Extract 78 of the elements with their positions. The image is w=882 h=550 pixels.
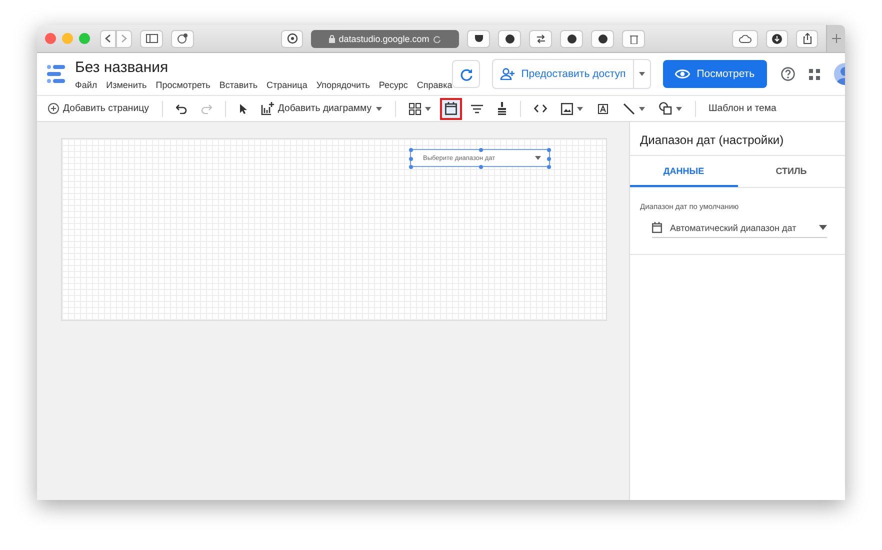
extension-button[interactable] xyxy=(467,30,490,48)
menu-item[interactable]: Страница xyxy=(266,80,308,90)
refresh-button[interactable] xyxy=(452,60,480,88)
refresh-icon xyxy=(460,68,473,80)
apps-grid-icon xyxy=(808,68,820,80)
new-tab-button[interactable] xyxy=(826,25,845,52)
add-page-button[interactable]: Добавить страницу xyxy=(43,98,154,120)
panel-tab[interactable]: ДАННЫЕ xyxy=(630,156,738,187)
back-button[interactable] xyxy=(100,30,116,48)
sidebar-button[interactable] xyxy=(140,30,163,48)
circle-icon xyxy=(504,34,514,44)
code-icon xyxy=(534,104,547,113)
extension-button[interactable] xyxy=(560,30,583,48)
extension-button[interactable] xyxy=(498,30,521,48)
data-control-icon xyxy=(496,102,507,115)
add-chart-icon xyxy=(260,102,274,115)
cloud-icon xyxy=(738,34,752,42)
redo-icon xyxy=(200,104,212,114)
chevron-left-icon xyxy=(105,34,111,43)
text-box-icon xyxy=(596,102,609,114)
undo-icon xyxy=(176,104,187,114)
filter-icon xyxy=(470,104,483,114)
help-icon[interactable] xyxy=(780,67,795,81)
menu-item[interactable]: Просмотреть xyxy=(156,80,210,90)
caret-icon xyxy=(676,106,682,110)
menu-item[interactable]: Изменить xyxy=(106,80,147,90)
plus-icon xyxy=(832,34,840,43)
icloud-button[interactable] xyxy=(732,30,758,48)
eye-icon xyxy=(674,69,690,79)
circle-icon xyxy=(598,34,608,44)
extension-button[interactable] xyxy=(171,30,194,48)
sidebar-icon xyxy=(146,34,158,43)
lock-icon xyxy=(328,34,335,42)
caret-icon xyxy=(638,72,645,76)
report-title[interactable]: Без названия xyxy=(75,58,452,76)
date-range-dropdown[interactable]: Автоматический диапазон дат xyxy=(652,219,827,238)
data-studio-logo-icon xyxy=(47,64,65,84)
caret-icon xyxy=(576,106,583,110)
download-icon xyxy=(772,34,782,44)
controls-grid-icon xyxy=(408,102,421,114)
caret-icon xyxy=(424,106,431,110)
menu-item[interactable]: Вставить xyxy=(219,80,258,90)
menu-item[interactable]: Ресурс xyxy=(378,80,408,90)
extension-button[interactable] xyxy=(591,30,614,48)
image-icon xyxy=(560,102,573,114)
share-icon xyxy=(802,33,812,44)
view-button[interactable]: Посмотреть xyxy=(662,60,767,88)
badge-icon xyxy=(177,33,188,44)
calendar-icon xyxy=(444,102,457,115)
cursor-icon xyxy=(238,104,247,114)
add-person-icon xyxy=(500,68,516,80)
panel-title: Диапазон дат (настройки) xyxy=(630,122,845,156)
downloads-button[interactable] xyxy=(766,30,788,48)
caret-icon xyxy=(535,156,541,160)
extension-button[interactable] xyxy=(529,30,552,48)
date-range-button[interactable] xyxy=(440,98,462,120)
theme-button[interactable]: Шаблон и тема xyxy=(704,98,782,120)
circle-icon xyxy=(566,34,576,44)
calendar-icon xyxy=(652,222,662,233)
line-icon xyxy=(622,102,635,114)
arrows-icon xyxy=(536,34,546,44)
caret-icon xyxy=(376,106,382,110)
caret-icon xyxy=(638,106,645,110)
address-bar[interactable]: datastudio.google.com xyxy=(311,30,459,48)
menu-item[interactable]: Справка xyxy=(416,80,452,90)
menu-item[interactable]: Файл xyxy=(75,80,98,90)
add-chart-button[interactable]: Добавить диаграмму xyxy=(256,98,387,120)
add-circle-icon xyxy=(48,103,59,114)
caret-icon xyxy=(819,225,827,230)
shapes-icon xyxy=(658,102,672,115)
chevron-right-icon xyxy=(121,34,127,43)
panel-tab[interactable]: СТИЛЬ xyxy=(738,156,845,187)
extension-button[interactable] xyxy=(281,30,303,48)
share-button[interactable] xyxy=(796,30,818,48)
extension-button[interactable] xyxy=(622,30,645,48)
menu-item[interactable]: Упорядочить xyxy=(316,80,370,90)
reload-icon xyxy=(433,34,442,42)
url-text: datastudio.google.com xyxy=(338,34,430,44)
